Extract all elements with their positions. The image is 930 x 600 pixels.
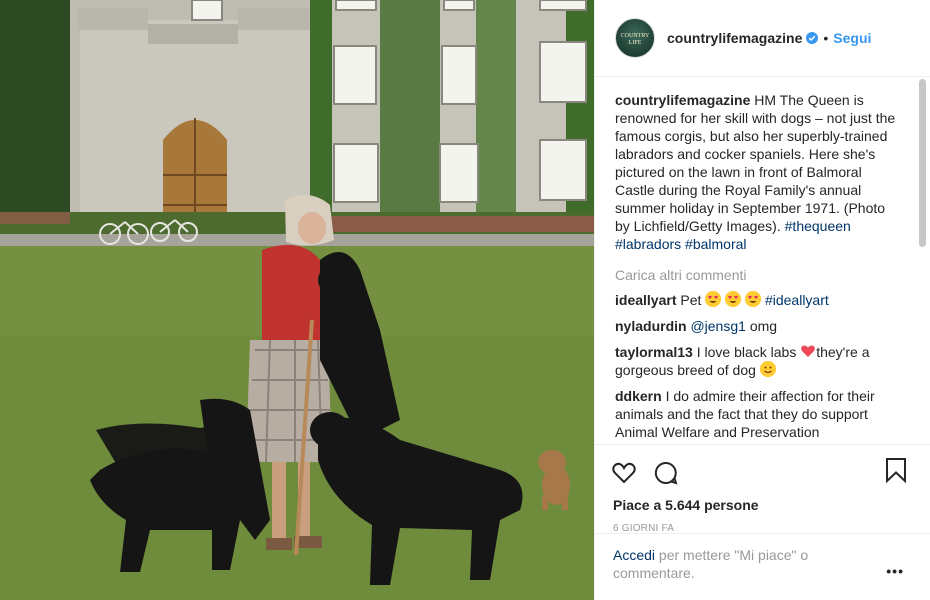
smiling-face-emoji-icon [759,361,776,377]
load-more-comments-button[interactable]: Carica altri commenti [615,267,914,283]
header-separator: • [823,30,829,46]
heart-eyes-emoji-icon [705,291,722,307]
heart-eyes-emoji-icon [725,291,742,307]
instagram-post: COUNTRY LIFE countrylifemagazine • Segui… [0,0,930,600]
post-caption: countrylifemagazine HM The Queen is reno… [615,91,914,253]
avatar[interactable]: COUNTRY LIFE [615,18,655,58]
login-link[interactable]: Accedi [613,547,655,563]
comments-scrollbar[interactable] [918,79,926,439]
comments-section[interactable]: countrylifemagazine HM The Queen is reno… [595,77,930,444]
caption-text: HM The Queen is renowned for her skill w… [615,92,896,234]
post-photo[interactable] [0,0,594,600]
comment-item: ideallyart Pet #ideallyart [615,291,914,309]
heart-eyes-emoji-icon [745,291,762,307]
bookmark-icon[interactable] [884,457,908,483]
hashtag-labradors[interactable]: #labradors [615,236,681,252]
login-prompt: Accedi per mettere "Mi piace" o commenta… [595,533,930,582]
verified-icon [806,32,819,44]
comment-text: omg [749,318,778,334]
comment-username[interactable]: ddkern [615,388,662,404]
follow-button[interactable]: Segui [833,30,871,46]
comment-username[interactable]: nyladurdin [615,318,687,334]
caption-username[interactable]: countrylifemagazine [615,92,750,108]
likes-count[interactable]: Piace a 5.644 persone [611,497,914,513]
heart-icon[interactable] [611,460,637,486]
hashtag-thequeen[interactable]: #thequeen [785,218,851,234]
comment-text: Pet [680,292,702,308]
action-icons [611,453,914,493]
hashtag-balmoral[interactable]: #balmoral [685,236,746,252]
post-sidebar: COUNTRY LIFE countrylifemagazine • Segui… [594,0,930,600]
comment-hashtag[interactable]: #ideallyart [765,292,829,308]
post-header: COUNTRY LIFE countrylifemagazine • Segui [595,0,930,77]
avatar-logo-text: COUNTRY LIFE [620,33,650,46]
comment-username[interactable]: taylormal13 [615,344,693,360]
more-options-icon[interactable]: ••• [886,563,904,579]
header-username[interactable]: countrylifemagazine [667,30,802,46]
photo-queen-with-labradors [0,0,594,600]
comment-item: nyladurdin @jensg1 omg [615,317,914,335]
comment-text: I love black labs [696,344,797,360]
comment-icon[interactable] [653,460,679,486]
scrollbar-thumb[interactable] [919,79,926,247]
red-heart-emoji-icon [800,343,816,359]
comment-item: taylormal13 I love black labs they're a … [615,343,914,379]
comment-mention[interactable]: @jensg1 [690,318,745,334]
comment-item: ddkern I do admire their affection for t… [615,387,914,441]
post-actions: Piace a 5.644 persone 6 GIORNI FA Accedi… [595,444,930,600]
comment-username[interactable]: ideallyart [615,292,676,308]
